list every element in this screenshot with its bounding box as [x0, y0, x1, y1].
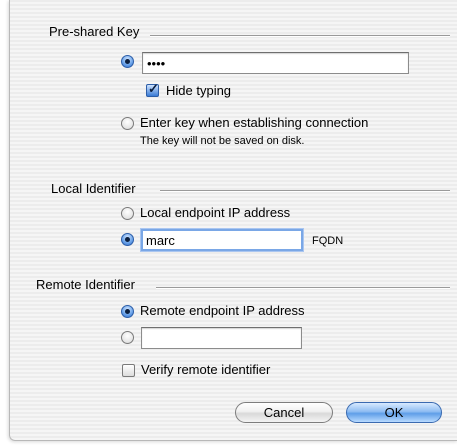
- radio-remote-identifier[interactable]: [121, 331, 134, 344]
- section-divider: [150, 35, 450, 37]
- shared-key-field[interactable]: [142, 52, 409, 74]
- radio-enter-key-on-connect[interactable]: [121, 117, 134, 130]
- local-endpoint-label: Local endpoint IP address: [140, 205, 291, 220]
- section-title-local-identifier: Local Identifier: [51, 181, 136, 196]
- checkmark-icon: ✓: [148, 81, 159, 96]
- local-identifier-field[interactable]: [141, 229, 303, 251]
- radio-local-identifier[interactable]: [121, 233, 134, 246]
- hide-typing-label: Hide typing: [166, 83, 232, 98]
- section-divider: [156, 287, 450, 289]
- section-title-remote-identifier: Remote Identifier: [36, 277, 135, 292]
- identifier-type-label: FQDN: [312, 235, 344, 247]
- section-title-preshared-key: Pre-shared Key: [49, 24, 140, 39]
- cancel-button[interactable]: Cancel: [235, 402, 333, 423]
- sheet-panel: Pre-shared Key ✓ Hide typing Enter key w…: [9, 0, 457, 441]
- enter-key-label: Enter key when establishing connection: [140, 115, 369, 130]
- verify-remote-identifier-checkbox[interactable]: [122, 364, 135, 377]
- radio-local-endpoint-ip[interactable]: [121, 207, 134, 220]
- radio-use-stored-key[interactable]: [121, 55, 134, 68]
- remote-identifier-field[interactable]: [141, 327, 302, 349]
- hide-typing-checkbox[interactable]: ✓: [146, 81, 159, 97]
- verify-remote-identifier-label: Verify remote identifier: [141, 362, 271, 377]
- key-not-saved-note: The key will not be saved on disk.: [140, 135, 305, 147]
- section-divider: [160, 190, 450, 192]
- remote-endpoint-label: Remote endpoint IP address: [140, 303, 305, 318]
- ok-button[interactable]: OK: [346, 402, 442, 423]
- radio-remote-endpoint-ip[interactable]: [121, 305, 134, 318]
